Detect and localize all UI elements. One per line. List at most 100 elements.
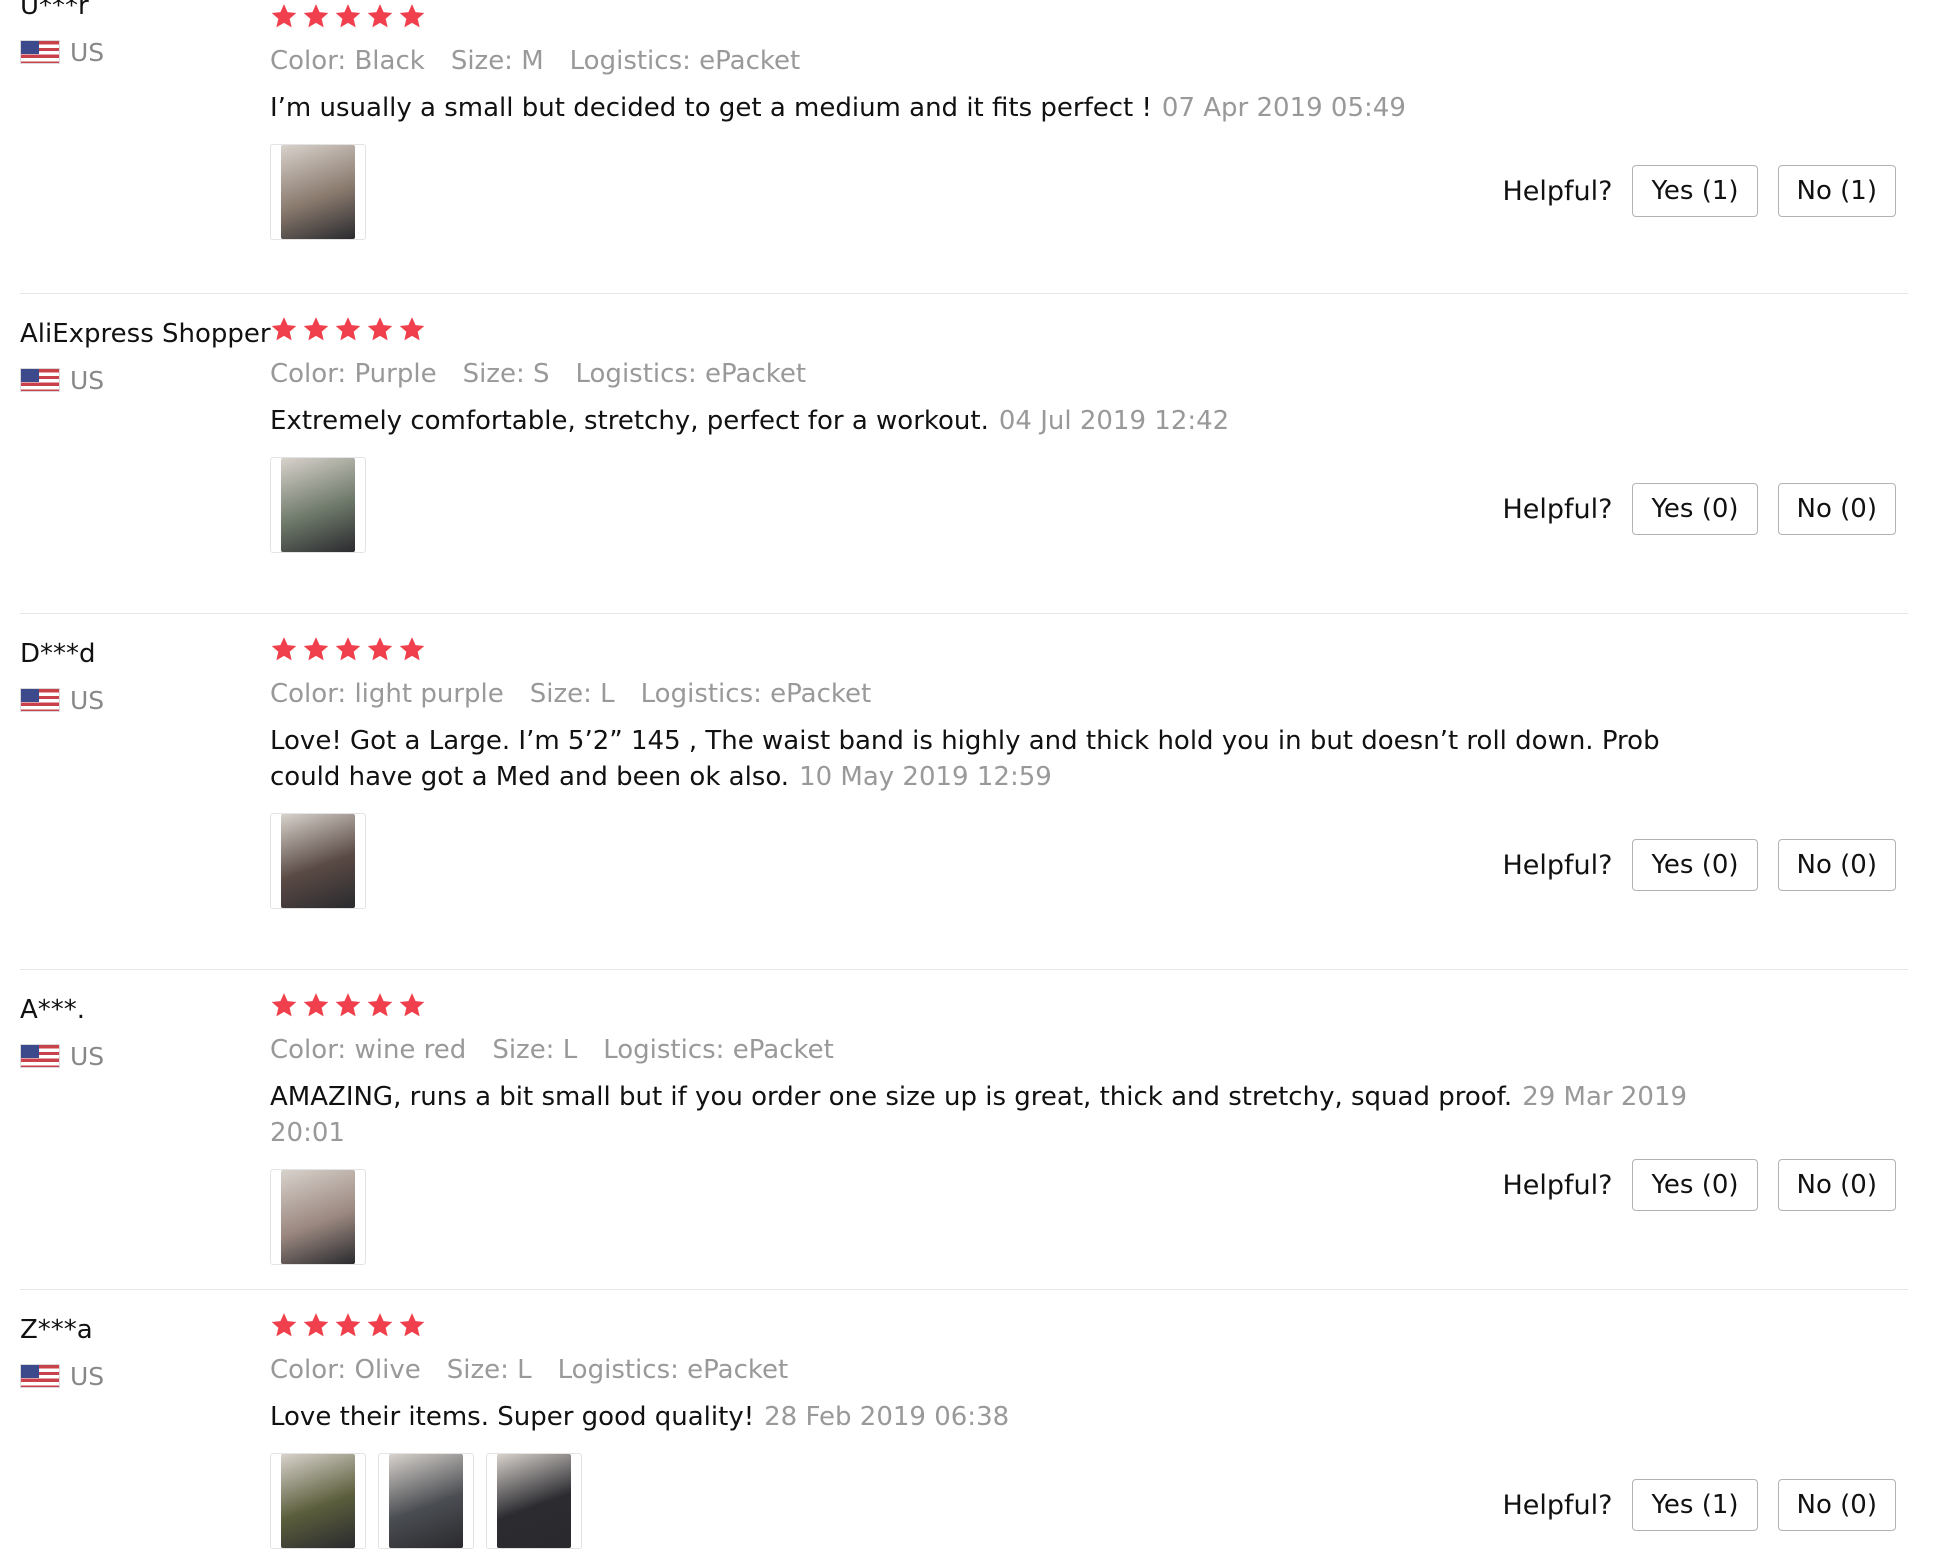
review-content: Color: light purple Size: L Logistics: e… <box>270 631 1710 909</box>
us-flag-icon <box>20 368 60 392</box>
review-content: Color: Olive Size: L Logistics: ePacket … <box>270 1307 1710 1549</box>
feedback-text: I’m usually a small but decided to get a… <box>270 93 1152 123</box>
star-rating <box>270 987 1710 1023</box>
color-attribute: Color: wine red <box>270 1035 467 1065</box>
reviewer-name: D***d <box>20 639 96 669</box>
helpful-yes-button[interactable]: Yes (0) <box>1632 839 1758 891</box>
star-filled-icon <box>367 993 393 1017</box>
review-photo-thumbnail[interactable] <box>486 1453 582 1549</box>
helpful-label: Helpful? <box>1502 849 1613 881</box>
reviewer-country: US <box>20 364 260 396</box>
logistics-attribute: Logistics: ePacket <box>640 679 872 709</box>
helpful-vote: Helpful? Yes (1) No (0) <box>1502 1479 1896 1531</box>
reviewer-name: A***. <box>20 995 86 1025</box>
star-filled-icon <box>367 1313 393 1337</box>
star-filled-icon <box>335 1313 361 1337</box>
product-attributes: Color: Black Size: M Logistics: ePacket <box>270 46 1710 76</box>
review-list: U***r US Color: Black Size: M Logistics:… <box>20 0 1908 1549</box>
logistics-attribute: Logistics: ePacket <box>603 1035 834 1065</box>
review-photo-thumbnail[interactable] <box>270 813 366 909</box>
review-text: I’m usually a small but decided to get a… <box>270 90 1710 126</box>
reviewer-info: U***r US <box>20 0 260 68</box>
reviewer-info: A***. US <box>20 990 260 1072</box>
reviewer-country: US <box>20 1040 260 1072</box>
star-filled-icon <box>271 993 297 1017</box>
review-text: AMAZING, runs a bit small but if you ord… <box>270 1079 1710 1151</box>
helpful-yes-button[interactable]: Yes (0) <box>1632 1159 1758 1211</box>
reviewer-name: Z***a <box>20 1315 93 1345</box>
star-filled-icon <box>367 4 393 28</box>
review-text: Love their items. Super good quality! 28 … <box>270 1399 1710 1435</box>
star-filled-icon <box>271 637 297 661</box>
product-attributes: Color: Olive Size: L Logistics: ePacket <box>270 1355 1710 1385</box>
country-code: US <box>70 365 105 395</box>
country-code: US <box>70 1041 105 1071</box>
review-content: Color: Black Size: M Logistics: ePacket … <box>270 0 1710 240</box>
helpful-no-button[interactable]: No (0) <box>1777 839 1896 891</box>
star-filled-icon <box>271 317 297 341</box>
product-attributes: Color: wine red Size: L Logistics: ePack… <box>270 1035 1710 1065</box>
photo-image <box>389 1454 463 1548</box>
helpful-yes-button[interactable]: Yes (0) <box>1632 483 1758 535</box>
star-filled-icon <box>303 4 329 28</box>
color-attribute: Color: light purple <box>270 679 504 709</box>
review-photo-thumbnail[interactable] <box>270 1169 366 1265</box>
star-filled-icon <box>367 637 393 661</box>
helpful-vote: Helpful? Yes (1) No (1) <box>1502 165 1896 217</box>
helpful-no-button[interactable]: No (0) <box>1777 483 1896 535</box>
review-content: Color: Purple Size: S Logistics: ePacket… <box>270 311 1710 553</box>
color-attribute: Color: Black <box>270 46 425 76</box>
color-attribute: Color: Purple <box>270 359 437 389</box>
star-filled-icon <box>303 637 329 661</box>
star-filled-icon <box>335 4 361 28</box>
star-filled-icon <box>399 993 425 1017</box>
review-item: U***r US Color: Black Size: M Logistics:… <box>20 0 1908 294</box>
helpful-yes-button[interactable]: Yes (1) <box>1632 165 1758 217</box>
us-flag-icon <box>20 40 60 64</box>
color-attribute: Color: Olive <box>270 1355 421 1385</box>
size-attribute: Size: M <box>450 46 544 76</box>
us-flag-icon <box>20 1044 60 1068</box>
reviewer-info: D***d US <box>20 634 260 716</box>
star-filled-icon <box>367 317 393 341</box>
size-attribute: Size: L <box>492 1035 578 1065</box>
helpful-no-button[interactable]: No (1) <box>1777 165 1896 217</box>
reviewer-country: US <box>20 1360 260 1392</box>
review-photo-thumbnail[interactable] <box>270 1453 366 1549</box>
helpful-no-button[interactable]: No (0) <box>1777 1479 1896 1531</box>
star-filled-icon <box>271 1313 297 1337</box>
review-photo-thumbnail[interactable] <box>378 1453 474 1549</box>
review-photo-thumbnail[interactable] <box>270 457 366 553</box>
helpful-no-button[interactable]: No (0) <box>1777 1159 1896 1211</box>
photo-image <box>281 145 355 239</box>
star-filled-icon <box>335 993 361 1017</box>
feedback-text: Love their items. Super good quality! <box>270 1402 755 1432</box>
country-code: US <box>70 1361 105 1391</box>
review-photos <box>270 144 1710 240</box>
review-text: Extremely comfortable, stretchy, perfect… <box>270 403 1710 439</box>
helpful-label: Helpful? <box>1502 493 1613 525</box>
photo-image <box>497 1454 571 1548</box>
review-photos <box>270 1453 1710 1549</box>
helpful-vote: Helpful? Yes (0) No (0) <box>1502 1159 1896 1211</box>
helpful-label: Helpful? <box>1502 1169 1613 1201</box>
review-photo-thumbnail[interactable] <box>270 144 366 240</box>
review-photos <box>270 813 1710 909</box>
review-text: Love! Got a Large. I’m 5’2” 145 , The wa… <box>270 723 1710 795</box>
reviewer-name: U***r <box>20 0 89 21</box>
reviewer-info: AliExpress Shopper US <box>20 314 271 396</box>
star-filled-icon <box>303 1313 329 1337</box>
country-code: US <box>70 685 105 715</box>
review-item: D***d US Color: light purple Size: L Log… <box>20 614 1908 970</box>
helpful-yes-button[interactable]: Yes (1) <box>1632 1479 1758 1531</box>
star-filled-icon <box>303 317 329 341</box>
review-photos <box>270 1169 1710 1265</box>
star-filled-icon <box>335 317 361 341</box>
review-date: 07 Apr 2019 05:49 <box>1161 93 1406 123</box>
reviewer-country: US <box>20 684 260 716</box>
star-filled-icon <box>399 1313 425 1337</box>
review-date: 04 Jul 2019 12:42 <box>998 406 1230 436</box>
reviewer-name: AliExpress Shopper <box>20 319 271 349</box>
star-filled-icon <box>399 637 425 661</box>
logistics-attribute: Logistics: ePacket <box>569 46 801 76</box>
